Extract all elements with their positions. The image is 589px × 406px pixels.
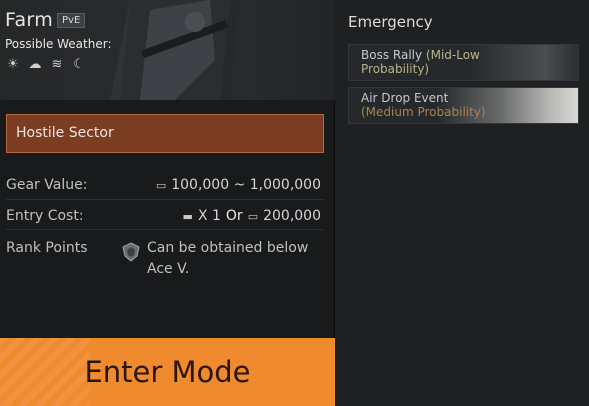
fog-icon: ≋ bbox=[51, 57, 63, 72]
rain-cloud-icon: ☁ bbox=[28, 57, 42, 72]
emergency-event-air-drop[interactable]: Air Drop Event (Medium Probability) bbox=[348, 87, 579, 124]
ticket-icon: ▬ bbox=[182, 209, 193, 223]
sector-selector[interactable]: Hostile Sector bbox=[6, 114, 324, 153]
cash-icon: ▭ bbox=[247, 209, 259, 223]
enter-mode-label: Enter Mode bbox=[84, 355, 251, 389]
emergency-panel: Emergency Boss Rally (Mid-Low Probabilit… bbox=[336, 0, 589, 406]
gear-value: 100,000 ~ 1,000,000 bbox=[171, 177, 321, 193]
weather-label: Possible Weather: bbox=[5, 37, 112, 51]
divider bbox=[6, 199, 324, 200]
event-description: Air Drop Event (Medium Probability) bbox=[361, 91, 501, 119]
moon-icon: ☾ bbox=[73, 57, 85, 72]
entry-cost-money: 200,000 bbox=[263, 208, 321, 224]
entry-cost-label: Entry Cost: bbox=[6, 208, 84, 224]
entry-cost-ticket: X 1 bbox=[197, 208, 221, 224]
event-probability: (Medium Probability) bbox=[361, 105, 486, 119]
mode-hero-banner: Farm PvE Possible Weather: ☀ ☁ ≋ ☾ bbox=[0, 0, 335, 100]
weather-icon-list: ☀ ☁ ≋ ☾ bbox=[5, 57, 87, 72]
enter-mode-button[interactable]: Enter Mode bbox=[0, 338, 335, 406]
rank-points-label: Rank Points bbox=[6, 240, 88, 256]
rank-points-description: Can be obtained below Ace V. bbox=[147, 240, 309, 277]
mode-title: Farm bbox=[5, 9, 54, 31]
button-stripe-decoration bbox=[0, 338, 90, 406]
emergency-title: Emergency bbox=[348, 13, 433, 31]
sun-icon: ☀ bbox=[7, 57, 19, 72]
divider bbox=[6, 229, 324, 230]
gear-value-display: ▭ 100,000 ~ 1,000,000 bbox=[156, 177, 321, 193]
mode-detail-panel: Farm PvE Possible Weather: ☀ ☁ ≋ ☾ Hosti… bbox=[0, 0, 335, 406]
entry-cost-display: ▬ X 1 Or ▭ 200,000 bbox=[183, 208, 321, 224]
event-name: Boss Rally bbox=[361, 48, 423, 62]
rank-points-row: Rank Points Can be obtained below Ace V. bbox=[6, 238, 324, 282]
event-name: Air Drop Event bbox=[361, 91, 449, 105]
event-description: Boss Rally (Mid-Low Probability) bbox=[361, 48, 501, 76]
rank-badge-icon bbox=[122, 242, 140, 262]
emergency-event-boss-rally[interactable]: Boss Rally (Mid-Low Probability) bbox=[348, 44, 579, 81]
entry-cost-or: Or bbox=[225, 208, 243, 224]
gear-value-label: Gear Value: bbox=[6, 177, 88, 193]
mode-type-badge: PvE bbox=[57, 13, 86, 28]
cash-icon: ▭ bbox=[155, 178, 167, 192]
